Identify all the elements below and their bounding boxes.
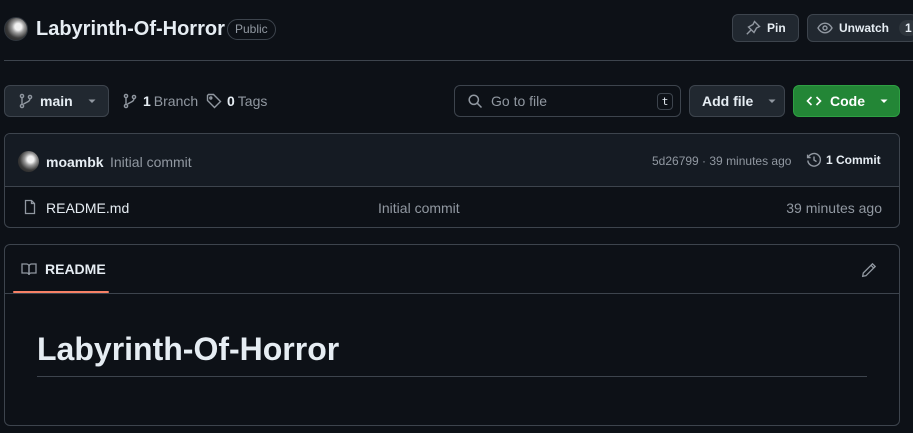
commit-history-link[interactable]: 1 Commit — [806, 152, 881, 168]
watch-counter: 1 — [899, 20, 913, 36]
tab-readme[interactable]: README — [21, 261, 106, 277]
file-icon — [22, 199, 38, 215]
chevron-down-icon — [767, 96, 777, 106]
code-button[interactable]: Code — [793, 85, 900, 117]
search-icon — [467, 93, 483, 109]
git-branch-icon — [122, 93, 138, 109]
file-updated-time: 39 minutes ago — [786, 200, 882, 216]
readme-header: README — [5, 245, 899, 294]
branch-word: Branch — [153, 93, 199, 109]
readme-heading-rule — [37, 376, 867, 377]
readme-panel: README Labyrinth-Of-Horror — [4, 244, 900, 426]
commit-count-label: 1 Commit — [826, 153, 881, 167]
chevron-down-icon — [879, 96, 889, 106]
unwatch-button[interactable]: Unwatch 1 — [807, 14, 913, 42]
commit-author-avatar[interactable] — [18, 151, 39, 172]
pin-label: Pin — [767, 21, 786, 35]
branches-link[interactable]: 1 Branch — [122, 93, 198, 109]
tags-link[interactable]: 0 Tags — [206, 93, 267, 109]
file-browser: moambk Initial commit 5d26799 · 39 minut… — [4, 133, 900, 228]
pin-button[interactable]: Pin — [732, 14, 799, 42]
book-icon — [21, 261, 37, 277]
code-label: Code — [830, 93, 865, 109]
branch-name: main — [40, 93, 73, 109]
chevron-down-icon — [87, 96, 97, 106]
go-to-file-search[interactable]: Go to file t — [454, 85, 681, 117]
branch-count: 1 — [143, 93, 151, 109]
tag-icon — [206, 93, 222, 109]
search-placeholder: Go to file — [491, 93, 548, 109]
pin-icon — [745, 20, 761, 36]
active-tab-indicator — [13, 291, 109, 293]
latest-commit-bar: moambk Initial commit 5d26799 · 39 minut… — [5, 134, 899, 187]
add-file-button[interactable]: Add file — [689, 85, 785, 117]
tag-count: 0 — [227, 93, 235, 109]
git-branch-icon — [18, 93, 34, 109]
file-row[interactable]: README.md Initial commit 39 minutes ago — [5, 187, 899, 227]
repo-title[interactable]: Labyrinth-Of-Horror — [36, 17, 225, 41]
file-name[interactable]: README.md — [46, 200, 129, 216]
eye-icon — [817, 20, 833, 36]
header-divider — [4, 60, 913, 61]
owner-avatar[interactable] — [4, 17, 28, 41]
readme-heading: Labyrinth-Of-Horror — [37, 331, 340, 367]
code-icon — [806, 93, 822, 109]
tag-word: Tags — [237, 93, 268, 109]
commit-message[interactable]: Initial commit — [110, 154, 192, 170]
file-commit-message[interactable]: Initial commit — [378, 200, 460, 216]
branch-select-button[interactable]: main — [4, 85, 109, 117]
unwatch-label: Unwatch — [839, 21, 890, 35]
commit-meta[interactable]: 5d26799 · 39 minutes ago — [652, 154, 791, 168]
commit-author[interactable]: moambk — [46, 154, 104, 170]
search-shortcut-key: t — [657, 93, 673, 110]
pencil-icon[interactable] — [861, 262, 877, 278]
visibility-badge: Public — [227, 19, 276, 40]
add-file-label: Add file — [702, 93, 754, 109]
history-icon — [806, 152, 822, 168]
readme-tab-label: README — [45, 261, 106, 277]
